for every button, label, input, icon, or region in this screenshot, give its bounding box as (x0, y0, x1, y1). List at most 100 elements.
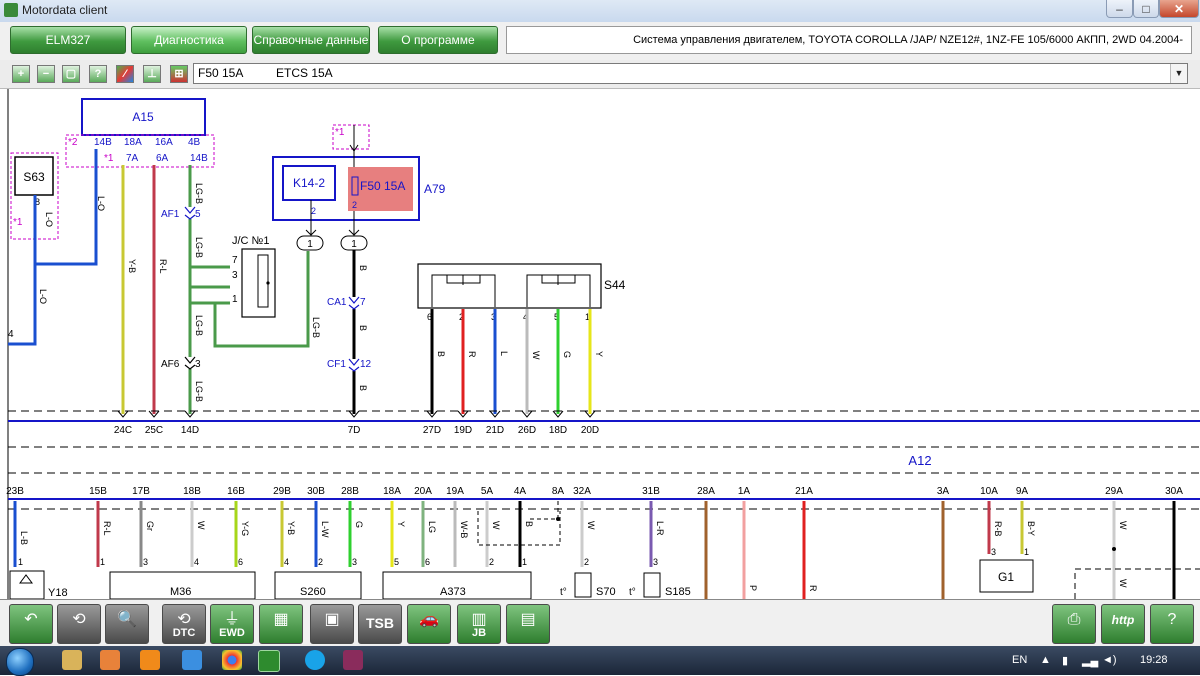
terminal-icon[interactable]: ⊞ (170, 65, 188, 83)
motordata-client-icon[interactable] (258, 650, 280, 672)
wire-label-lgb-4: LG-B (194, 381, 204, 402)
ground-icon[interactable]: ⊥ (143, 65, 161, 83)
jc1-label: J/C №1 (232, 235, 269, 247)
bottom-toolbar: ↶ ⟲ 🔍 ⟲ DTC ⏚ EWD ▦ ▣ TSB 🚗 ▥ JB ▤ ⎙ http ? (0, 600, 1200, 646)
wire-label-rb: R-B (993, 521, 1003, 537)
disconnect-button[interactable]: ⟲ (57, 604, 101, 644)
web-button[interactable]: http (1101, 604, 1145, 644)
zoom-out-icon[interactable]: − (37, 65, 55, 83)
wire-label-w-4: W (1118, 521, 1128, 530)
media-player-icon[interactable] (100, 650, 120, 670)
ecm-pin-15b: 15B (89, 486, 107, 497)
color-icon[interactable]: ⁄ (116, 65, 134, 83)
dtc-button[interactable]: ⟲ DTC (162, 604, 206, 644)
ecm-pin-labels-top: 24C 25C 14D 7D 27D 19D 21D 26D 18D 20D (114, 425, 599, 436)
ecm-pin-9a: 9A (1016, 486, 1029, 497)
wire-label-p: P (748, 585, 758, 591)
wire-label-lgb-3: LG-B (194, 315, 204, 336)
wire-label-b-1: B (358, 265, 368, 271)
a373-label: A373 (440, 586, 466, 598)
s70-pin: 2 (584, 557, 589, 567)
s70-temp-symbol: t° (560, 587, 567, 598)
menu-elm327-button[interactable]: ELM327 (10, 26, 126, 54)
m36-pin-4: 4 (194, 557, 199, 567)
close-button[interactable]: ✕ (1159, 0, 1199, 18)
wire-label-s44-r: R (467, 351, 477, 358)
ecm-pin-29a: 29A (1105, 486, 1123, 497)
ca1-label: CA1 (327, 297, 347, 308)
wire-label-y: Y (396, 521, 406, 527)
ecm-pin-17b: 17B (132, 486, 150, 497)
menu-diagnostics-button[interactable]: Диагностика (131, 26, 247, 54)
splice-k14-label: 1 (307, 239, 313, 250)
window-title: Motordata client (22, 3, 108, 17)
wire-label-by: B-Y (1026, 521, 1036, 536)
dtc-label: DTC (172, 627, 196, 639)
ecm-pin-7d: 7D (348, 425, 361, 436)
af1-label: AF1 (161, 209, 180, 220)
network-icon[interactable]: ▂▄ (1082, 654, 1098, 667)
ecm-pin-25c: 25C (145, 425, 163, 436)
star1-top-label: *1 (335, 127, 345, 138)
back-button[interactable]: ↶ (9, 604, 53, 644)
car-location-button[interactable]: 🚗 (407, 604, 451, 644)
help-icon[interactable]: ? (89, 65, 107, 83)
fit-icon[interactable]: ▢ (62, 65, 80, 83)
car-icon: 🚗 (419, 611, 439, 628)
ecm-pin-16b: 16B (227, 486, 245, 497)
menu-about-button[interactable]: О программе (378, 26, 498, 54)
zoom-in-icon[interactable]: + (12, 65, 30, 83)
winrar-icon[interactable] (343, 650, 363, 670)
wire-label-rl-b: R-L (102, 521, 112, 536)
language-indicator[interactable]: EN (1012, 654, 1027, 666)
relay-button[interactable]: ▤ (506, 604, 550, 644)
a15-pin-7a: 7A (126, 153, 139, 164)
chevron-down-icon[interactable]: ▼ (1170, 64, 1187, 83)
wire-label-s44-b: B (436, 351, 446, 357)
skype-icon[interactable] (305, 650, 325, 670)
junction-block-button[interactable]: ▥ JB (457, 604, 501, 644)
ecm-pin-20a: 20A (414, 486, 432, 497)
s260-pin-3: 3 (352, 557, 357, 567)
file-explorer-icon[interactable] (62, 650, 82, 670)
start-button[interactable] (6, 648, 34, 676)
a15-pin-16a: 16A (155, 137, 173, 148)
minimize-button[interactable]: ‒ (1106, 0, 1133, 18)
bottom-wire-labels: L-B R-L Gr W Y-G Y-B L-W G Y LG W-B W B … (19, 521, 1128, 592)
chrome-icon[interactable] (222, 650, 242, 670)
battery-icon[interactable]: ▮ (1062, 654, 1068, 667)
menu-reference-data-button[interactable]: Справочные данные (252, 26, 370, 54)
a373-pin-6: 6 (425, 557, 430, 567)
ecm-pin-1a: 1A (738, 486, 751, 497)
wire-label-b-3: B (358, 385, 368, 391)
internet-explorer-icon[interactable] (182, 650, 202, 670)
wire-label-yb-b: Y-B (286, 521, 296, 535)
fuse-select[interactable]: F50 15A ETCS 15A ▼ (193, 63, 1188, 84)
s185-pin: 3 (653, 557, 658, 567)
connectors-button[interactable]: ▦ (259, 604, 303, 644)
jc1-pin-7: 7 (232, 255, 238, 266)
window-title-bar: Motordata client ‒ □ ✕ (0, 0, 1200, 23)
wiring-diagram-canvas[interactable]: A15 *2 14B 18A 16A 4B *1 7A 6A 14B S63 8… (0, 89, 1200, 600)
ewd-label: EWD (219, 627, 245, 639)
tsb-button[interactable]: TSB (358, 604, 402, 644)
vlc-icon[interactable] (140, 650, 160, 670)
maximize-button[interactable]: □ (1133, 0, 1159, 18)
ewd-button[interactable]: ⏚ EWD (210, 604, 254, 644)
volume-icon[interactable]: ◄) (1102, 654, 1117, 666)
multimeter-button[interactable]: ▣ (310, 604, 354, 644)
manual-button[interactable]: ? (1150, 604, 1194, 644)
s260-pin-4: 4 (284, 557, 289, 567)
ecm-pin-32a: 32A (573, 486, 591, 497)
wire-label-gr: Gr (145, 521, 155, 531)
search-button[interactable]: 🔍 (105, 604, 149, 644)
clock[interactable]: 19:28 (1140, 654, 1168, 666)
jc1-node (266, 281, 270, 285)
a15-pin-14b-2: 14B (190, 153, 208, 164)
print-button[interactable]: ⎙ (1052, 604, 1096, 644)
wire-label-w-3: W (586, 521, 596, 530)
cf1-pin: 12 (360, 359, 372, 370)
flag-icon[interactable]: ▲ (1040, 654, 1051, 666)
disconnect-icon: ⟲ (72, 611, 86, 628)
ecm-pin-19a: 19A (446, 486, 464, 497)
